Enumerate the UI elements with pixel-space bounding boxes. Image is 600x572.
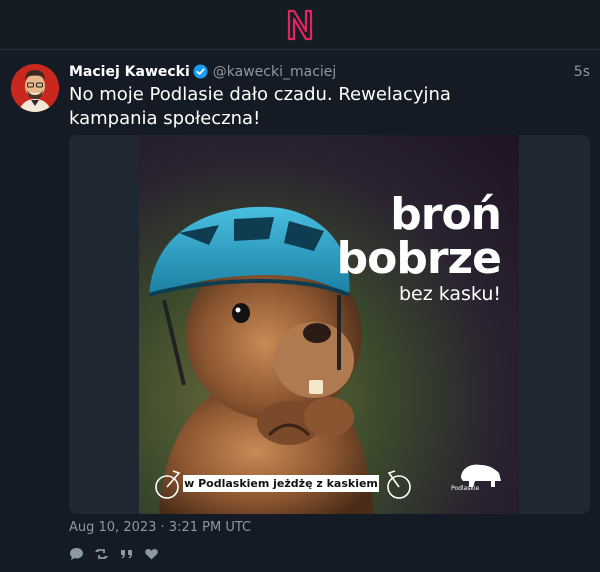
retweet-icon[interactable] <box>94 546 109 560</box>
headline-line-3: bez kasku! <box>398 283 501 305</box>
tweet-actions <box>69 545 159 561</box>
top-bar <box>0 0 600 50</box>
tweet: Maciej Kawecki @kawecki_maciej 5s No moj… <box>0 50 600 572</box>
quote-icon[interactable] <box>119 546 134 560</box>
tweet-media[interactable]: broń bobrze bez kasku! w Podlaskiem jeżd… <box>69 135 590 514</box>
reply-icon[interactable] <box>69 546 84 560</box>
poster-headline: broń bobrze bez kasku! <box>336 189 502 307</box>
time-ago[interactable]: 5s <box>574 62 590 82</box>
brand-text: Podlaskie <box>451 485 480 492</box>
display-name[interactable]: Maciej Kawecki <box>69 64 190 80</box>
handle[interactable]: @kawecki_maciej <box>213 64 337 80</box>
headline-line-1: broń <box>390 189 502 240</box>
bison-logo <box>461 464 501 487</box>
avatar-image <box>11 64 59 112</box>
tweet-text: No moje Podlasie dało czadu. Rewelacyjna… <box>69 84 451 129</box>
nitter-logo[interactable] <box>285 8 315 42</box>
tweet-timestamp[interactable]: Aug 10, 2023 · 3:21 PM UTC <box>69 519 251 537</box>
campaign-poster: broń bobrze bez kasku! w Podlaskiem jeżd… <box>139 135 519 514</box>
like-icon[interactable] <box>144 546 159 560</box>
tweet-header: Maciej Kawecki @kawecki_maciej 5s <box>69 62 590 82</box>
headline-line-2: bobrze <box>336 233 502 284</box>
verified-icon <box>193 64 208 79</box>
poster-banner: w Podlaskiem jeżdżę z kaskiem <box>183 475 379 492</box>
avatar[interactable] <box>11 64 59 112</box>
